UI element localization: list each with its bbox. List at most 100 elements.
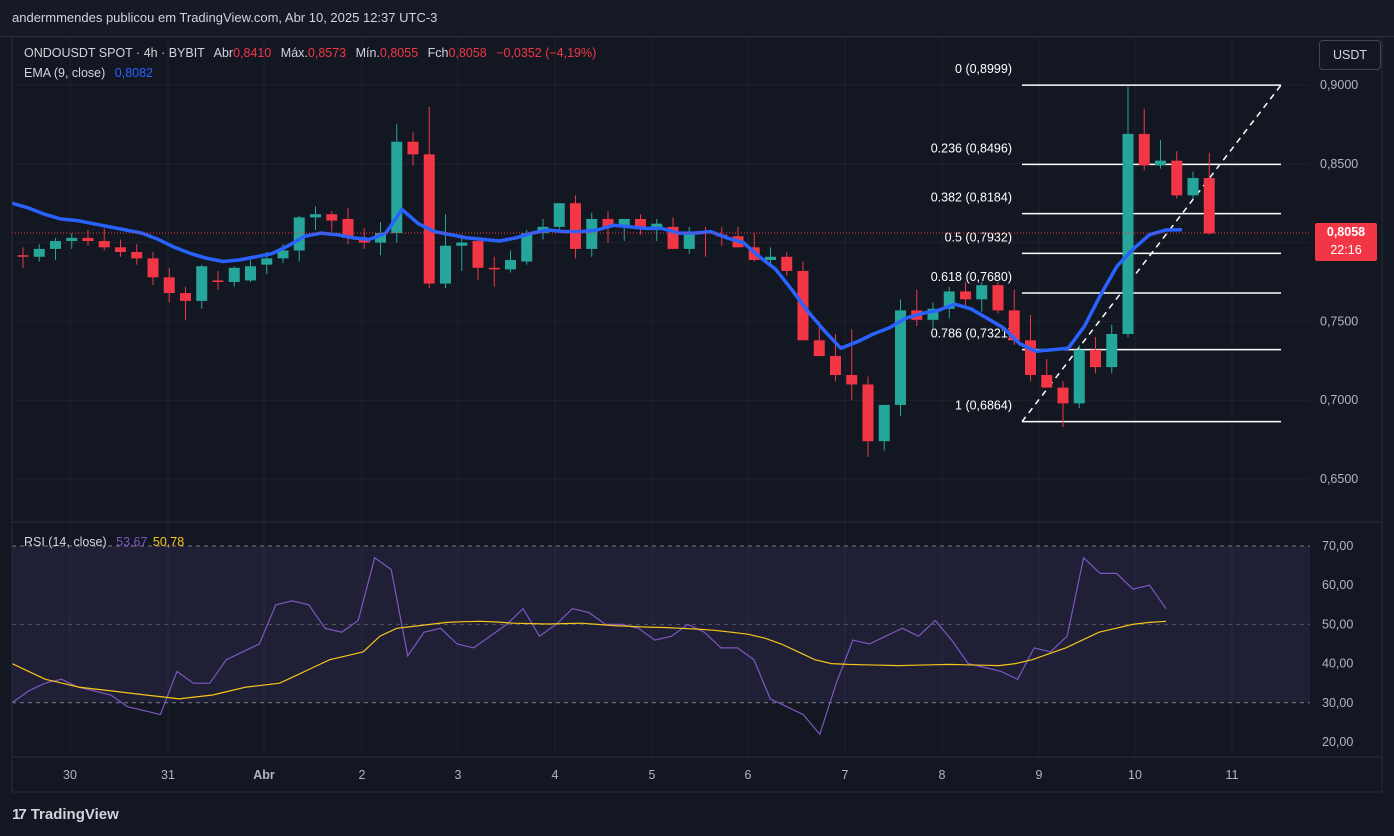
low-label: Mín. bbox=[355, 46, 380, 60]
time-tick-label: 4 bbox=[552, 768, 559, 782]
candle-body bbox=[245, 266, 256, 281]
candle-body bbox=[1041, 374, 1053, 388]
price-tick-label: 0,8500 bbox=[1320, 157, 1358, 171]
time-tick-label: 8 bbox=[939, 768, 946, 782]
time-axis[interactable]: 30 31 Abr 2 3 4 5 6 7 8 9 10 11 bbox=[63, 768, 1238, 782]
candle-body bbox=[1057, 387, 1069, 404]
time-tick-label: 3 bbox=[455, 768, 462, 782]
open-value: 0,8410 bbox=[233, 46, 272, 60]
candle-body bbox=[1203, 177, 1215, 234]
time-tick-label: 7 bbox=[842, 768, 849, 782]
last-price: 0,8058 bbox=[1326, 225, 1366, 239]
candle-body bbox=[1187, 177, 1199, 196]
last-price-badge: 0,8058 22:16 bbox=[1315, 223, 1377, 261]
candle-body bbox=[115, 247, 126, 253]
candle-body bbox=[813, 340, 825, 357]
candle-body bbox=[992, 285, 1004, 311]
rsi-legend[interactable]: RSI (14, close) 53,67 50,78 bbox=[24, 535, 190, 549]
time-tick-label: 31 bbox=[161, 768, 175, 782]
candle-body bbox=[862, 384, 874, 442]
price-tick-label: 0,9000 bbox=[1320, 78, 1358, 92]
tradingview-logo[interactable]: 17 TradingView bbox=[12, 806, 119, 823]
fib-level-label: 0 (0,8999) bbox=[955, 62, 1012, 76]
candle-body bbox=[878, 404, 890, 442]
candle-body bbox=[66, 237, 78, 242]
time-tick-label: 11 bbox=[1226, 768, 1239, 782]
price-tick-label: 0,7000 bbox=[1320, 393, 1358, 407]
ema-label: EMA (9, close) bbox=[24, 66, 106, 80]
candle-body bbox=[293, 217, 305, 251]
fib-level-label: 0.618 (0,7680) bbox=[931, 270, 1012, 284]
symbol-title[interactable]: ONDOUSDT SPOT · 4h · BYBIT bbox=[24, 46, 205, 60]
bar-countdown: 22:16 bbox=[1330, 243, 1362, 257]
price-tick-label: 0,7500 bbox=[1320, 314, 1358, 328]
candle-body bbox=[830, 356, 841, 375]
candle-body bbox=[1138, 133, 1150, 166]
candle-body bbox=[960, 291, 971, 300]
candle-body bbox=[488, 267, 500, 270]
fib-level-label: 0.5 (0,7932) bbox=[945, 230, 1012, 244]
footer bbox=[0, 796, 1394, 836]
candle-body bbox=[553, 203, 565, 227]
candle-body bbox=[407, 141, 419, 155]
time-tick-label: 10 bbox=[1128, 768, 1142, 782]
time-tick-label: 5 bbox=[649, 768, 656, 782]
candle-body bbox=[212, 280, 224, 282]
open-label: Abr bbox=[213, 46, 234, 60]
rsi-tick-label: 40,00 bbox=[1322, 657, 1353, 671]
time-tick-label: 9 bbox=[1036, 768, 1043, 782]
high-value: 0,8573 bbox=[307, 46, 347, 60]
candle-body bbox=[163, 277, 175, 294]
rsi-tick-label: 20,00 bbox=[1322, 735, 1353, 749]
candle-body bbox=[82, 237, 94, 242]
logo-text: TradingView bbox=[30, 806, 119, 823]
fib-level-label: 0.382 (0,8184) bbox=[931, 191, 1012, 205]
candle-body bbox=[310, 214, 321, 218]
time-tick-label: Abr bbox=[253, 768, 275, 782]
time-tick-label: 2 bbox=[359, 768, 366, 782]
candle-body bbox=[1090, 349, 1101, 368]
candle-body bbox=[33, 248, 45, 257]
candle-body bbox=[1106, 334, 1118, 368]
currency-button[interactable]: USDT bbox=[1319, 40, 1381, 70]
candle-body bbox=[456, 242, 468, 246]
candle-body bbox=[1155, 160, 1166, 166]
candle-body bbox=[50, 241, 61, 249]
candle-body bbox=[586, 218, 598, 249]
candle-body bbox=[1171, 160, 1183, 196]
close-label: Fch bbox=[427, 46, 449, 60]
price-tick-label: 0,6500 bbox=[1320, 472, 1358, 486]
tradingview-logo-icon: 17 bbox=[12, 806, 27, 823]
rsi-label: RSI (14, close) bbox=[24, 535, 107, 549]
candle-body bbox=[570, 203, 581, 249]
rsi-tick-label: 70,00 bbox=[1322, 539, 1353, 553]
candle-body bbox=[976, 285, 988, 300]
candle-body bbox=[765, 256, 776, 260]
low-value: 0,8055 bbox=[379, 46, 419, 60]
rsi-tick-label: 30,00 bbox=[1322, 696, 1353, 710]
rsi-ma-value: 50,78 bbox=[152, 535, 185, 549]
time-tick-label: 30 bbox=[63, 768, 77, 782]
high-label: Máx. bbox=[280, 46, 308, 60]
candle-body bbox=[846, 374, 858, 385]
candle-body bbox=[326, 214, 338, 221]
chart-canvas[interactable]: 0 (0,8999) 0.236 (0,8496) 0.382 (0,8184) 0.… bbox=[0, 0, 1394, 836]
candle-body bbox=[17, 255, 29, 257]
candle-body bbox=[423, 154, 435, 284]
candle-body bbox=[472, 241, 484, 268]
candle-body bbox=[228, 267, 240, 282]
fib-level-label: 1 (0,6864) bbox=[955, 399, 1012, 413]
ema-legend[interactable]: EMA (9, close) 0,8082 bbox=[24, 66, 159, 80]
candle-body bbox=[98, 241, 110, 248]
time-tick-label: 6 bbox=[745, 768, 752, 782]
change-value: −0,0352 (−4,19%) bbox=[496, 46, 597, 60]
rsi-value: 53,67 bbox=[116, 535, 148, 549]
symbol-legend[interactable]: ONDOUSDT SPOT · 4h · BYBIT Abr0,8410 Máx… bbox=[24, 46, 602, 60]
candle-body bbox=[147, 258, 159, 278]
candle-body bbox=[505, 259, 516, 270]
candle-body bbox=[131, 252, 143, 259]
fib-level-label: 0.236 (0,8496) bbox=[931, 141, 1012, 155]
rsi-axis[interactable]: 70,00 60,00 50,00 40,00 30,00 20,00 bbox=[1322, 539, 1353, 749]
ema-value: 0,8082 bbox=[114, 66, 153, 80]
candle-body bbox=[1073, 349, 1085, 404]
